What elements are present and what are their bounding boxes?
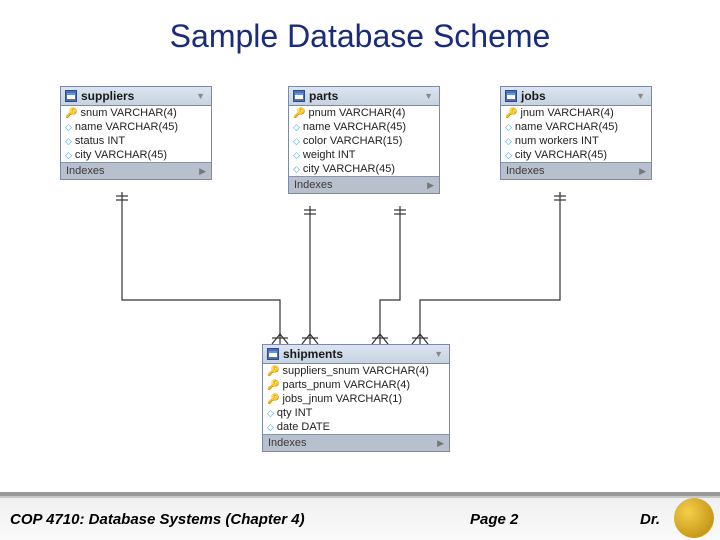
diamond-icon: ◇ [505,150,512,161]
diamond-icon: ◇ [65,150,72,161]
footer-page: Page 2 [470,511,518,528]
key-icon: 🔑 [267,394,279,405]
expand-icon: ▶ [427,180,434,191]
column-row: ◇status INT [61,134,211,148]
diamond-icon: ◇ [505,122,512,133]
column-row: ◇city VARCHAR(45) [289,162,439,176]
indexes-row: Indexes▶ [501,162,651,179]
table-jobs: jobs ▼ 🔑jnum VARCHAR(4) ◇name VARCHAR(45… [500,86,652,180]
diamond-icon: ◇ [267,422,274,433]
footer-author: Dr. [640,511,660,528]
expand-icon: ▶ [437,438,444,449]
diamond-icon: ◇ [293,164,300,175]
diamond-icon: ◇ [65,136,72,147]
column-row: 🔑parts_pnum VARCHAR(4) [263,378,449,392]
table-name: parts [309,89,338,103]
table-parts: parts ▼ 🔑pnum VARCHAR(4) ◇name VARCHAR(4… [288,86,440,194]
column-row: 🔑pnum VARCHAR(4) [289,106,439,120]
column-row: ◇city VARCHAR(45) [61,148,211,162]
key-icon: 🔑 [293,108,305,119]
column-row: 🔑suppliers_snum VARCHAR(4) [263,364,449,378]
column-row: 🔑jnum VARCHAR(4) [501,106,651,120]
collapse-icon: ▼ [424,91,433,101]
relationship-connectors [0,0,720,540]
diamond-icon: ◇ [293,136,300,147]
diamond-icon: ◇ [267,408,274,419]
footer-course: COP 4710: Database Systems (Chapter 4) [10,511,305,528]
indexes-row: Indexes▶ [61,162,211,179]
column-row: 🔑snum VARCHAR(4) [61,106,211,120]
column-row: ◇name VARCHAR(45) [501,120,651,134]
slide-title: Sample Database Scheme [0,0,720,63]
table-icon [505,90,517,102]
indexes-row: Indexes▶ [289,176,439,193]
table-parts-header: parts ▼ [289,87,439,106]
table-suppliers-header: suppliers ▼ [61,87,211,106]
footer-bar: COP 4710: Database Systems (Chapter 4) P… [0,496,720,540]
diamond-icon: ◇ [505,136,512,147]
ucf-logo-icon [674,498,714,538]
expand-icon: ▶ [199,166,206,177]
diamond-icon: ◇ [293,122,300,133]
key-icon: 🔑 [267,380,279,391]
table-icon [293,90,305,102]
collapse-icon: ▼ [196,91,205,101]
column-row: ◇name VARCHAR(45) [289,120,439,134]
collapse-icon: ▼ [434,349,443,359]
column-row: ◇name VARCHAR(45) [61,120,211,134]
column-row: ◇num workers INT [501,134,651,148]
column-row: ◇color VARCHAR(15) [289,134,439,148]
key-icon: 🔑 [267,366,279,377]
table-name: shipments [283,347,343,361]
table-jobs-header: jobs ▼ [501,87,651,106]
key-icon: 🔑 [65,108,77,119]
table-icon [65,90,77,102]
collapse-icon: ▼ [636,91,645,101]
diamond-icon: ◇ [293,150,300,161]
column-row: ◇qty INT [263,406,449,420]
column-row: ◇city VARCHAR(45) [501,148,651,162]
column-row: ◇weight INT [289,148,439,162]
column-row: ◇date DATE [263,420,449,434]
table-shipments-header: shipments ▼ [263,345,449,364]
table-name: suppliers [81,89,134,103]
table-name: jobs [521,89,546,103]
table-shipments: shipments ▼ 🔑suppliers_snum VARCHAR(4) 🔑… [262,344,450,452]
expand-icon: ▶ [639,166,646,177]
key-icon: 🔑 [505,108,517,119]
table-suppliers: suppliers ▼ 🔑snum VARCHAR(4) ◇name VARCH… [60,86,212,180]
column-row: 🔑jobs_jnum VARCHAR(1) [263,392,449,406]
indexes-row: Indexes▶ [263,434,449,451]
diamond-icon: ◇ [65,122,72,133]
table-icon [267,348,279,360]
